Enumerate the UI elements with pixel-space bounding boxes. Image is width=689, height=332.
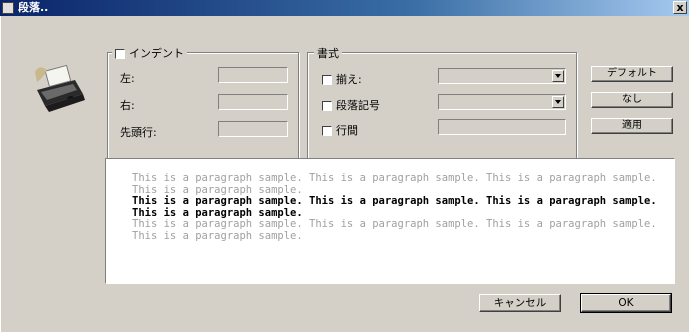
align-label: 揃え: (336, 73, 362, 86)
apply-button[interactable]: 適用 (591, 118, 673, 134)
none-button[interactable]: なし (591, 92, 673, 108)
default-button[interactable]: デフォルト (591, 66, 673, 82)
dialog-body: インデント 左: 右: 先頭行: 書式 揃え: 段落記号 行間 デフォルト なし… (0, 16, 689, 332)
indent-left-field[interactable] (218, 67, 288, 83)
align-checkbox-row[interactable]: 揃え: (322, 71, 362, 87)
indent-right-field[interactable] (218, 94, 288, 110)
ok-button[interactable]: OK (580, 293, 672, 313)
preview-after-paragraph: This is a paragraph sample. This is a pa… (132, 218, 664, 242)
preview-before-paragraph: This is a paragraph sample. This is a pa… (132, 172, 664, 196)
indent-group: インデント 左: 右: 先頭行: (107, 45, 299, 160)
typewriter-icon (31, 60, 87, 116)
align-select[interactable] (438, 68, 566, 84)
chevron-down-icon[interactable] (552, 96, 564, 108)
preview-current-paragraph: This is a paragraph sample. This is a pa… (132, 195, 664, 219)
para-mark-checkbox[interactable] (322, 101, 332, 111)
chevron-down-icon[interactable] (552, 70, 564, 82)
window-icon (2, 2, 14, 14)
paragraph-preview: This is a paragraph sample. This is a pa… (105, 158, 675, 284)
indent-checkbox[interactable] (115, 49, 125, 59)
align-checkbox[interactable] (322, 75, 332, 85)
indent-first-line-label: 先頭行: (120, 126, 157, 139)
indent-legend[interactable]: インデント (112, 45, 187, 61)
para-mark-select[interactable] (438, 94, 566, 110)
title-bar[interactable]: 段落.. x (0, 0, 689, 16)
window-title: 段落.. (18, 1, 49, 14)
cancel-button[interactable]: キャンセル (479, 294, 561, 312)
close-button[interactable]: x (673, 1, 687, 14)
line-spacing-field[interactable] (438, 119, 566, 135)
para-mark-label: 段落記号 (336, 99, 380, 112)
indent-legend-label: インデント (129, 47, 184, 60)
indent-left-label: 左: (120, 72, 135, 85)
format-legend: 書式 (314, 45, 342, 61)
indent-right-label: 右: (120, 99, 135, 112)
format-group: 書式 揃え: 段落記号 行間 (307, 45, 577, 160)
line-spacing-checkbox-row[interactable]: 行間 (322, 122, 358, 138)
line-spacing-label: 行間 (336, 124, 358, 137)
line-spacing-checkbox[interactable] (322, 126, 332, 136)
indent-first-line-field[interactable] (218, 121, 288, 137)
para-mark-checkbox-row[interactable]: 段落記号 (322, 97, 380, 113)
